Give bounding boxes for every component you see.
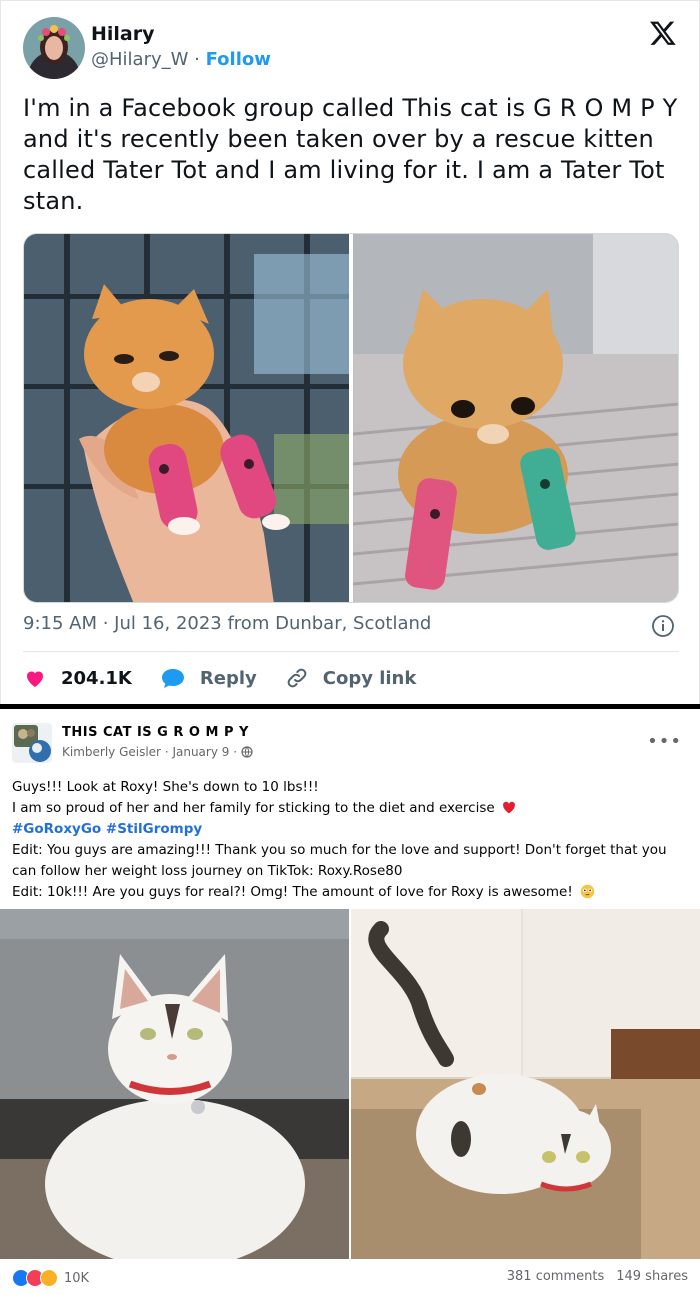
post-line-2: I am so proud of her and her family for … bbox=[12, 798, 692, 819]
flushed-face-emoji bbox=[580, 884, 595, 899]
post-text: Guys!!! Look at Roxy! She's down to 10 l… bbox=[12, 777, 692, 903]
haha-reaction-icon bbox=[40, 1269, 58, 1287]
reactions-summary[interactable]: 10K bbox=[12, 1269, 89, 1287]
tweet-text: I'm in a Facebook group called This cat … bbox=[23, 94, 678, 215]
roxy-after-photo[interactable] bbox=[351, 909, 700, 1259]
copy-link-button[interactable]: Copy link bbox=[285, 666, 417, 690]
more-options-button[interactable]: ••• bbox=[647, 731, 682, 752]
meta-separator-2: · bbox=[229, 745, 241, 759]
tweet-timestamp[interactable]: 9:15 AM · Jul 16, 2023 from Dunbar, Scot… bbox=[23, 613, 431, 634]
follow-button[interactable]: Follow bbox=[206, 49, 271, 70]
link-icon bbox=[287, 668, 307, 688]
author-name[interactable]: Hilary bbox=[91, 23, 155, 45]
red-heart-emoji bbox=[503, 801, 515, 814]
like-button[interactable]: 204.1K bbox=[23, 666, 132, 690]
post-line-1: Guys!!! Look at Roxy! She's down to 10 l… bbox=[12, 779, 319, 795]
separator-dot: · bbox=[188, 49, 206, 70]
post-author[interactable]: Kimberly Geisler bbox=[62, 745, 161, 759]
tweet-actions: 204.1K Reply Copy link bbox=[23, 663, 444, 693]
post-media[interactable] bbox=[0, 909, 700, 1259]
info-icon[interactable] bbox=[651, 614, 675, 638]
shares-count[interactable]: 149 shares bbox=[616, 1269, 688, 1284]
post-footer: 10K 381 comments 149 shares bbox=[0, 1265, 700, 1295]
roxy-before-photo[interactable] bbox=[0, 909, 349, 1259]
kitten-on-bed-photo[interactable] bbox=[352, 234, 678, 602]
author-handle-row: @Hilary_W · Follow bbox=[91, 49, 271, 70]
x-logo-icon[interactable] bbox=[649, 19, 677, 47]
engagement-stats: 381 comments 149 shares bbox=[495, 1269, 688, 1284]
group-name[interactable]: THIS CAT IS G R O M P Y bbox=[62, 725, 249, 740]
heart-icon bbox=[27, 671, 43, 687]
post-line-edit-1: Edit: You guys are amazing!!! Thank you … bbox=[12, 842, 667, 879]
like-count: 204.1K bbox=[61, 667, 132, 689]
post-date[interactable]: January 9 bbox=[172, 745, 229, 759]
hashtags-link[interactable]: #GoRoxyGo #StilGrompy bbox=[12, 819, 692, 840]
post-line-2-text: I am so proud of her and her family for … bbox=[12, 800, 495, 816]
author-handle[interactable]: @Hilary_W bbox=[91, 49, 188, 70]
group-avatar[interactable] bbox=[12, 723, 52, 763]
reply-button[interactable]: Reply bbox=[160, 666, 257, 690]
reaction-count: 10K bbox=[64, 1270, 90, 1286]
copy-link-label: Copy link bbox=[322, 667, 417, 689]
tweet-card: Hilary @Hilary_W · Follow I'm in a Faceb… bbox=[0, 0, 700, 705]
tweet-media[interactable] bbox=[23, 233, 679, 603]
divider bbox=[23, 651, 679, 652]
reply-bubble-icon bbox=[161, 669, 184, 688]
comments-count[interactable]: 381 comments bbox=[507, 1269, 604, 1284]
globe-icon bbox=[241, 746, 253, 758]
reply-label: Reply bbox=[199, 667, 257, 689]
author-avatar[interactable] bbox=[23, 17, 85, 79]
post-line-edit-2-text: Edit: 10k!!! Are you guys for real?! Omg… bbox=[12, 884, 573, 900]
facebook-post-card: THIS CAT IS G R O M P Y Kimberly Geisler… bbox=[0, 709, 700, 1295]
post-meta: Kimberly Geisler · January 9 · bbox=[62, 745, 253, 759]
post-line-edit-2: Edit: 10k!!! Are you guys for real?! Omg… bbox=[12, 882, 692, 903]
meta-separator: · bbox=[161, 745, 173, 759]
kitten-in-hand-photo[interactable] bbox=[24, 234, 349, 602]
